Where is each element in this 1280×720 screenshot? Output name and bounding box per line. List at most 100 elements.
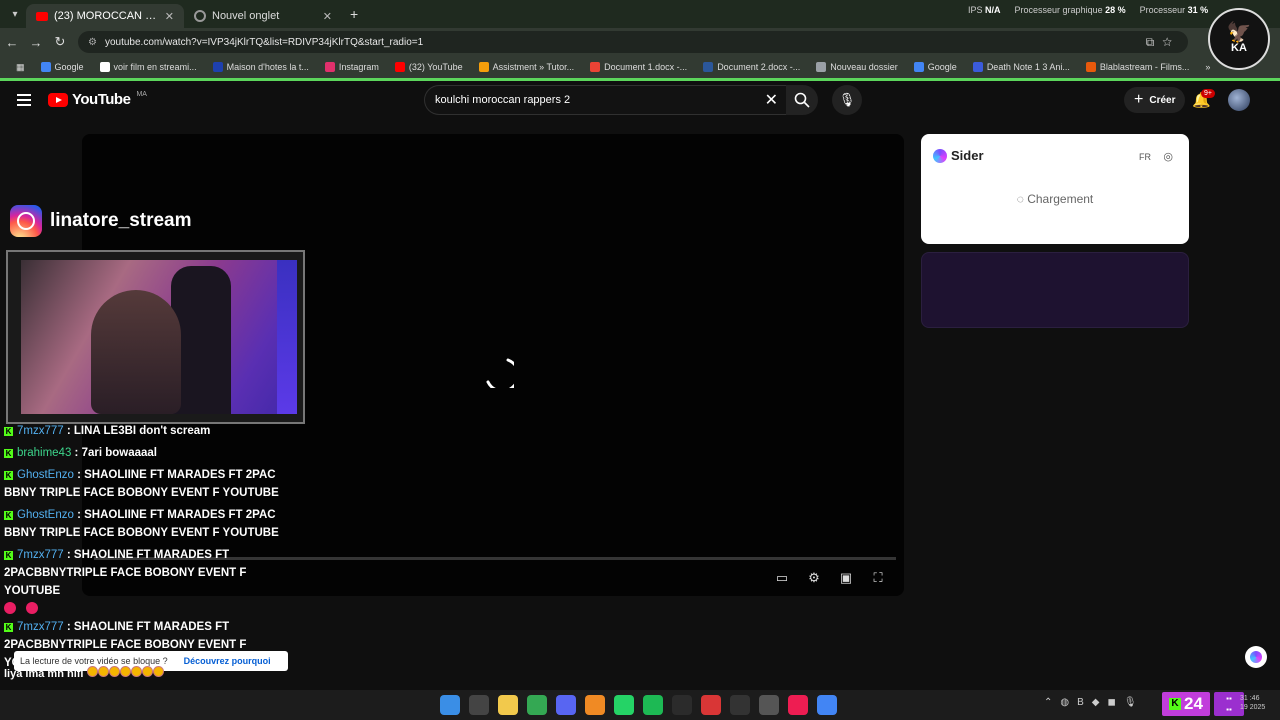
language-selector[interactable]: FR — [1139, 152, 1151, 162]
tray-app-icon[interactable]: B — [1077, 697, 1084, 708]
search-value: koulchi moroccan rappers 2 — [435, 94, 571, 106]
chat-last-line-text: liya lma mn nifi — [4, 665, 304, 683]
neon-light — [277, 260, 297, 414]
close-icon[interactable]: ✕ — [165, 10, 174, 23]
bookmark-item[interactable]: (32) YouTube — [387, 62, 471, 72]
bookmark-item[interactable]: Google — [906, 62, 965, 72]
kick-counter: K 24 — [1162, 692, 1210, 716]
apps-grid-icon[interactable]: ▦ — [8, 62, 33, 73]
tab-moroccan-rappers[interactable]: (23) MOROCCAN RAPPERS V2 ✕ — [26, 4, 184, 28]
youtube-logo[interactable]: YouTube MA — [48, 91, 147, 108]
subtitles-icon[interactable]: ▭ — [774, 570, 790, 586]
kick-badge-icon: K — [4, 471, 13, 480]
clear-search-icon[interactable]: ✕ — [765, 90, 778, 110]
taskbar-clock[interactable]: 31 :46 19 2025 — [1240, 694, 1265, 712]
file-explorer-icon[interactable] — [498, 695, 518, 715]
url-text: youtube.com/watch?v=IVP34jKlrTQ&list=RDI… — [104, 36, 424, 48]
bookmarks-overflow-icon[interactable]: » — [1197, 62, 1218, 72]
obs-icon[interactable] — [672, 695, 692, 715]
kick-icon: K — [1169, 698, 1182, 710]
chrome-icon[interactable] — [527, 695, 547, 715]
windows-start-icon[interactable] — [440, 695, 460, 715]
microphone-icon[interactable]: 🎙 — [1124, 697, 1137, 708]
sider-loading: ◌ Chargement — [921, 192, 1189, 206]
chat-text: : LINA LE3BI don't scream — [66, 425, 211, 437]
kick-badge-icon: K — [4, 427, 13, 436]
anime-icon — [972, 62, 983, 72]
search-icon — [794, 92, 810, 108]
search-button[interactable] — [786, 85, 818, 115]
sider-brand[interactable]: Sider — [933, 148, 984, 163]
avast-icon[interactable] — [585, 695, 605, 715]
instagram-icon — [10, 205, 42, 237]
chrome-profile-icon[interactable] — [817, 695, 837, 715]
tab-search-button[interactable]: ▾ — [4, 3, 26, 25]
emote-row — [4, 602, 304, 614]
menu-icon[interactable] — [17, 94, 31, 106]
bookmark-item[interactable]: Nouveau dossier — [808, 62, 906, 72]
sysmon-ips: IPS N/A — [968, 5, 1001, 15]
tray-app-icon[interactable]: ◍ — [1060, 697, 1069, 708]
voice-search-button[interactable]: 🎙 — [832, 85, 862, 115]
tray-app-icon[interactable]: ◼ — [1108, 697, 1116, 708]
target-icon[interactable]: ◎ — [1163, 150, 1173, 163]
chat-username: 7mzx777 — [17, 549, 64, 561]
bookmark-item[interactable]: Death Note 1 3 Ani... — [965, 62, 1078, 72]
new-tab-button[interactable]: + — [350, 6, 358, 22]
close-icon[interactable]: ✕ — [323, 10, 332, 23]
settings-gear-icon[interactable]: ⚙ — [806, 570, 822, 586]
google-icon — [40, 62, 51, 72]
chat-message: K 7mzx777 : SHAOLINE FT MARADES FT 2PACBB… — [4, 546, 304, 614]
bookmark-star-icon[interactable]: ⧉☆ — [1146, 35, 1180, 50]
tiktok-icon[interactable] — [788, 695, 808, 715]
forward-arrow-icon[interactable]: → — [24, 35, 48, 50]
extension-icon[interactable] — [759, 695, 779, 715]
avatar[interactable] — [1228, 89, 1250, 111]
reload-icon[interactable]: ↻ — [48, 34, 72, 50]
search-icon[interactable] — [469, 695, 489, 715]
emoji-icon — [119, 666, 131, 677]
emoji-icon — [152, 666, 164, 677]
tray-expand-icon[interactable]: ⌃ — [1044, 697, 1052, 708]
bookmarks-bar: ▦ Google voir film en streami... Maison … — [0, 56, 1280, 78]
bookmark-item[interactable]: Document 2.docx -... — [695, 62, 808, 72]
youtube-icon — [394, 62, 405, 72]
chat-message: K 7mzx777 : LINA LE3BI don't scream — [4, 422, 304, 440]
stream-chat: K 7mzx777 : LINA LE3BI don't scream Kbrah… — [4, 422, 304, 676]
whatsapp-icon[interactable] — [614, 695, 634, 715]
spotify-icon[interactable] — [643, 695, 663, 715]
eagle-icon: 🦅 — [1226, 22, 1252, 44]
url-field[interactable]: ⚙ youtube.com/watch?v=IVP34jKlrTQ&list=R… — [78, 31, 1188, 53]
webcam-frame — [6, 250, 305, 424]
epic-games-icon[interactable] — [730, 695, 750, 715]
site-info-icon[interactable]: ⚙ — [88, 37, 97, 48]
create-button[interactable]: + Créer — [1124, 87, 1186, 113]
fullscreen-icon[interactable]: ⛶ — [870, 570, 886, 586]
loading-spinner-icon — [486, 358, 514, 388]
bookmark-item[interactable]: Instagram — [317, 62, 387, 72]
page-icon — [99, 62, 110, 72]
search-input[interactable]: koulchi moroccan rappers 2 ✕ — [424, 85, 786, 115]
streamer-logo-badge: 🦅 KA — [1208, 8, 1270, 70]
theater-mode-icon[interactable]: ▣ — [838, 570, 854, 586]
youtube-icon — [36, 11, 48, 21]
back-arrow-icon[interactable]: ← — [0, 35, 24, 50]
microphone-icon: 🎙 — [838, 92, 856, 107]
sider-floating-button[interactable] — [1245, 646, 1267, 668]
sider-logo-icon — [1250, 651, 1262, 663]
tab-new-tab[interactable]: Nouvel onglet ✕ — [184, 4, 342, 28]
chat-message: K GhostEnzo : SHAOLIINE FT MARADES FT 2PA… — [4, 506, 304, 542]
kick-badge-icon: K — [4, 449, 13, 458]
bookmark-item[interactable]: Assistment » Tutor... — [471, 62, 583, 72]
instagram-handle-overlay: linatore_stream — [10, 205, 192, 237]
kick-badge-icon: K — [4, 551, 13, 560]
chat-last-line: liya lma mn nifi — [4, 665, 304, 683]
tray-app-icon[interactable]: ◆ — [1092, 697, 1100, 708]
bookmark-item[interactable]: Document 1.docx -... — [582, 62, 695, 72]
capcut-icon[interactable] — [701, 695, 721, 715]
bookmark-item[interactable]: Maison d'hotes la t... — [205, 62, 317, 72]
discord-icon[interactable] — [556, 695, 576, 715]
bookmark-item[interactable]: Blablastream - Films... — [1078, 62, 1198, 72]
bookmark-item[interactable]: voir film en streami... — [92, 62, 205, 72]
bookmark-item[interactable]: Google — [33, 62, 92, 72]
